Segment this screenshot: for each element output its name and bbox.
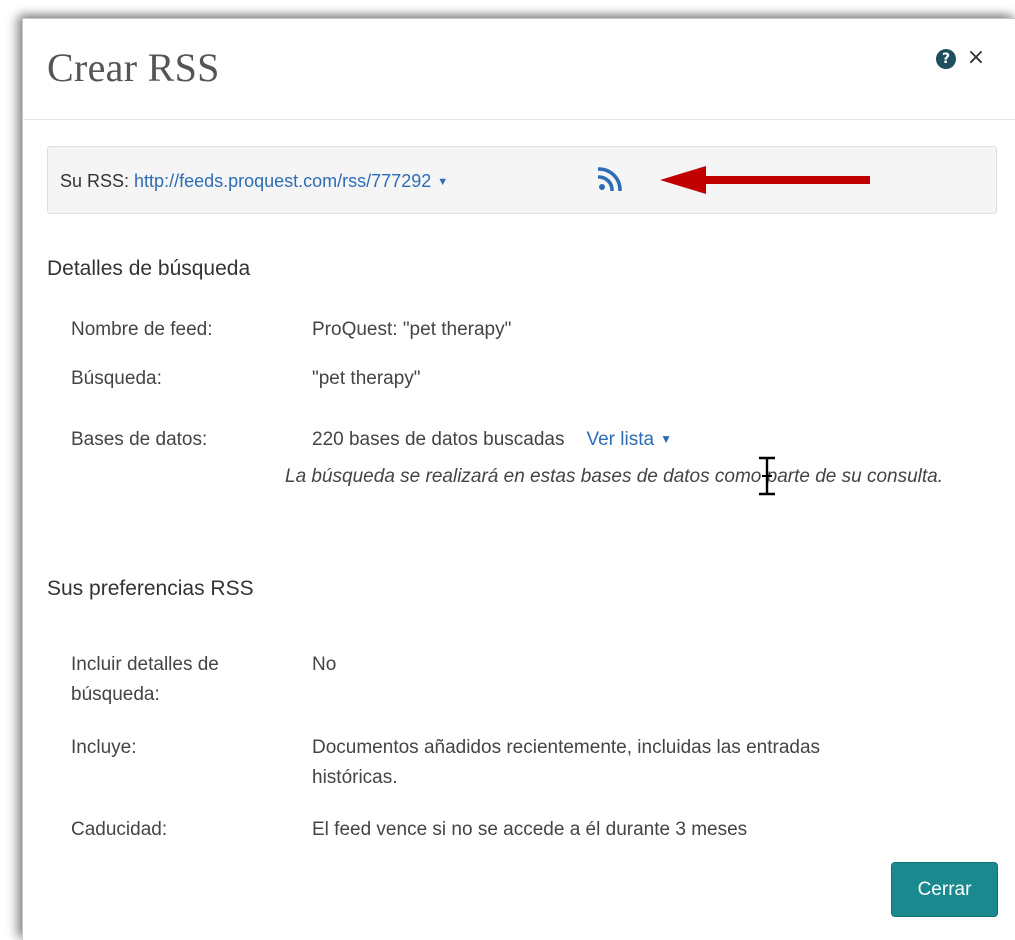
expiration-value: El feed vence si no se accede a él duran… bbox=[312, 819, 748, 840]
close-dialog-button[interactable]: Cerrar bbox=[891, 862, 998, 917]
rss-feed-icon[interactable] bbox=[598, 167, 622, 191]
expiration-label: Caducidad: bbox=[71, 819, 168, 840]
include-search-details-value: No bbox=[312, 654, 337, 675]
rss-url-dropdown-caret-icon[interactable]: ▼ bbox=[437, 176, 448, 188]
red-arrow-annotation bbox=[660, 166, 870, 194]
search-details-heading: Detalles de búsqueda bbox=[47, 257, 251, 280]
databases-value: 220 bases de datos buscadas bbox=[312, 429, 565, 450]
includes-value: Documentos añadidos recientemente, inclu… bbox=[312, 737, 821, 788]
view-list-caret-icon[interactable]: ▼ bbox=[660, 432, 672, 446]
feed-name-value: ProQuest: "pet therapy" bbox=[312, 319, 512, 340]
databases-row: 220 bases de datos buscadas Ver lista ▼ bbox=[312, 425, 892, 456]
rss-line: Su RSS: http://feeds.proquest.com/rss/77… bbox=[60, 169, 448, 196]
includes-label: Incluye: bbox=[71, 737, 137, 758]
feed-name-label: Nombre de feed: bbox=[71, 319, 213, 340]
view-list-link[interactable]: Ver lista bbox=[586, 429, 654, 450]
databases-note: La búsqueda se realizará en estas bases … bbox=[285, 466, 944, 487]
close-icon[interactable]: × bbox=[965, 43, 987, 73]
dialog-title: Crear RSS bbox=[47, 45, 220, 90]
rss-url-box: Su RSS: http://feeds.proquest.com/rss/77… bbox=[47, 146, 997, 214]
rss-preferences-heading: Sus preferencias RSS bbox=[47, 577, 254, 600]
search-label: Búsqueda: bbox=[71, 368, 162, 389]
rss-url-link[interactable]: http://feeds.proquest.com/rss/777292 bbox=[134, 171, 431, 191]
rss-label: Su RSS: bbox=[60, 171, 130, 191]
include-search-details-label: Incluir detalles de búsqueda: bbox=[71, 654, 219, 705]
databases-label: Bases de datos: bbox=[71, 429, 208, 450]
search-value: "pet therapy" bbox=[312, 368, 421, 389]
text-cursor-icon bbox=[759, 456, 775, 496]
create-rss-dialog: Crear RSS ? × Su RSS: http://feeds.proqu… bbox=[22, 18, 1015, 940]
help-icon[interactable]: ? bbox=[936, 49, 956, 69]
dialog-header: Crear RSS ? × bbox=[23, 19, 1015, 120]
